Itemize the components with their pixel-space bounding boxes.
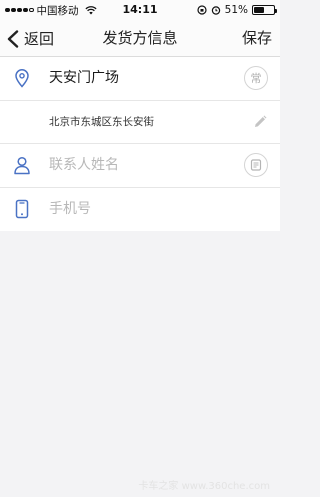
- address-name: 天安门广场: [49, 70, 119, 86]
- rotation-lock-icon: [197, 5, 207, 15]
- chevron-left-icon: [7, 29, 19, 48]
- location-pin-icon: [15, 69, 29, 88]
- screen: 中国移动 14:11 51% 返回 发货方信息 保存 天安门广场 常 北京市东城…: [0, 0, 280, 497]
- contacts-picker-button[interactable]: [244, 153, 268, 178]
- status-bar: 中国移动 14:11 51%: [0, 0, 280, 20]
- watermark: 卡车之家 www.360che.com: [138, 481, 270, 492]
- person-icon: [14, 157, 30, 175]
- shipper-form: 天安门广场 常 北京市东城区东长安街 联系人姓名 手机号: [0, 57, 280, 231]
- address-detail-row[interactable]: 北京市东城区东长安街: [0, 101, 280, 144]
- contact-name-input[interactable]: 联系人姓名: [49, 144, 119, 188]
- back-label: 返回: [24, 30, 55, 48]
- alarm-icon: [211, 6, 220, 15]
- address-name-row[interactable]: 天安门广场 常: [0, 57, 280, 101]
- address-detail: 北京市东城区东长安街: [49, 115, 154, 128]
- navigation-bar: 返回 发货方信息 保存: [0, 20, 280, 57]
- status-right: 51%: [197, 0, 277, 20]
- battery-level: [254, 7, 264, 13]
- pencil-icon[interactable]: [252, 114, 268, 130]
- phone-icon: [15, 200, 29, 219]
- contact-card-icon: [250, 159, 262, 171]
- back-button[interactable]: 返回: [6, 20, 54, 57]
- phone-input[interactable]: 手机号: [49, 188, 91, 232]
- contact-name-row[interactable]: 联系人姓名: [0, 144, 280, 188]
- save-button[interactable]: 保存: [242, 20, 272, 57]
- frequent-address-badge[interactable]: 常: [244, 66, 268, 91]
- phone-row[interactable]: 手机号: [0, 188, 280, 232]
- battery-icon: [252, 5, 277, 15]
- battery-percent: 51%: [224, 4, 248, 16]
